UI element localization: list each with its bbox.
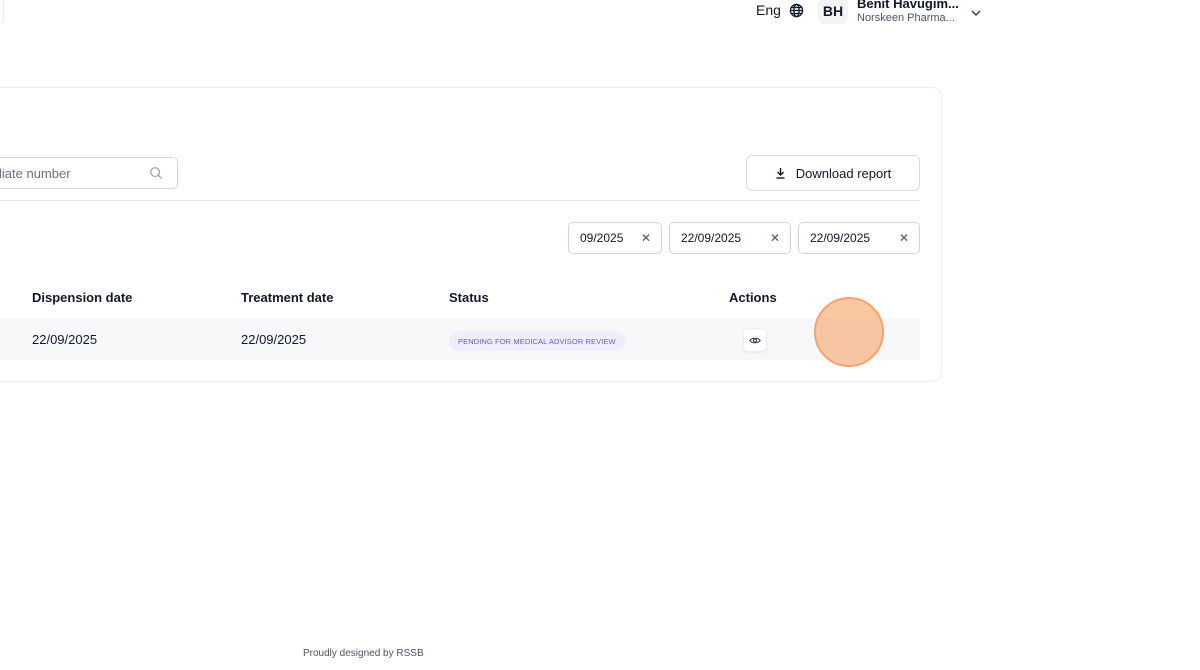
footer-credit: Proudly designed by RSSB (303, 648, 424, 659)
filter-chip-label: 09/2025 (580, 231, 624, 245)
filter-chip-month[interactable]: 09/2025 ✕ (568, 222, 662, 254)
download-report-button[interactable]: Download report (746, 155, 920, 191)
download-icon (776, 168, 785, 179)
user-organization: Norskeen Pharma... (857, 11, 955, 24)
column-header-actions: Actions (729, 290, 777, 305)
view-details-button[interactable] (743, 328, 767, 352)
close-icon[interactable]: ✕ (641, 231, 651, 245)
column-header-dispension-date[interactable]: Dispension date (32, 290, 132, 305)
filter-chip-end-date[interactable]: 22/09/2025 ✕ (798, 222, 920, 254)
download-report-label: Download report (795, 165, 892, 181)
user-name: Benit Havugim... (857, 0, 959, 11)
close-icon[interactable]: ✕ (899, 231, 909, 245)
filter-chip-label: 22/09/2025 (681, 231, 742, 245)
click-indicator (814, 297, 884, 367)
left-panel-edge (0, 0, 4, 24)
avatar: BH (818, 0, 848, 24)
column-header-treatment-date[interactable]: Treatment date (241, 290, 333, 305)
language-selector[interactable]: Eng (756, 2, 804, 18)
language-label: Eng (756, 2, 781, 18)
column-header-status[interactable]: Status (449, 290, 489, 305)
user-info: Benit Havugim... Norskeen Pharma... (857, 0, 959, 24)
search-input[interactable] (0, 158, 151, 188)
status-badge: PENDING FOR MEDICAL ADVISOR REVIEW (449, 331, 625, 351)
globe-icon (789, 3, 804, 17)
filter-chip-start-date[interactable]: 22/09/2025 ✕ (669, 222, 791, 254)
search-icon (150, 167, 163, 180)
eye-icon (749, 337, 761, 343)
filter-chip-label: 22/09/2025 (810, 231, 871, 245)
user-menu[interactable]: BH Benit Havugim... Norskeen Pharma... (818, 0, 981, 24)
search-field[interactable] (0, 157, 178, 189)
cell-dispension-date: 22/09/2025 (32, 332, 98, 347)
chevron-down-icon[interactable] (971, 9, 981, 17)
cell-treatment-date: 22/09/2025 (241, 332, 307, 347)
divider (0, 200, 920, 201)
close-icon[interactable]: ✕ (770, 231, 780, 245)
